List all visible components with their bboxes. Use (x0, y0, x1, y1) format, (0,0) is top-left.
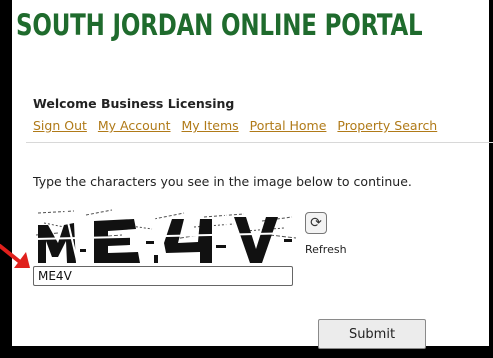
portal-title: SOUTH JORDAN ONLINE PORTAL (16, 8, 423, 42)
window-frame-right (489, 0, 493, 358)
nav-link-portal-home[interactable]: Portal Home (250, 118, 327, 133)
nav-divider (26, 142, 493, 143)
captcha-image (34, 205, 298, 265)
submit-button[interactable]: Submit (318, 319, 426, 349)
annotation-arrow-icon (0, 244, 30, 268)
window-frame-left (0, 0, 12, 358)
refresh-icon[interactable]: ⟳ (305, 212, 327, 234)
nav-link-my-account[interactable]: My Account (98, 118, 171, 133)
captcha-input[interactable] (33, 266, 293, 286)
welcome-text: Welcome Business Licensing (33, 96, 235, 111)
refresh-label[interactable]: Refresh (305, 243, 347, 256)
nav-link-sign-out[interactable]: Sign Out (33, 118, 87, 133)
account-nav: Sign Out My Account My Items Portal Home… (33, 118, 444, 133)
nav-link-property-search[interactable]: Property Search (337, 118, 437, 133)
captcha-instruction: Type the characters you see in the image… (33, 174, 412, 189)
nav-link-my-items[interactable]: My Items (182, 118, 239, 133)
